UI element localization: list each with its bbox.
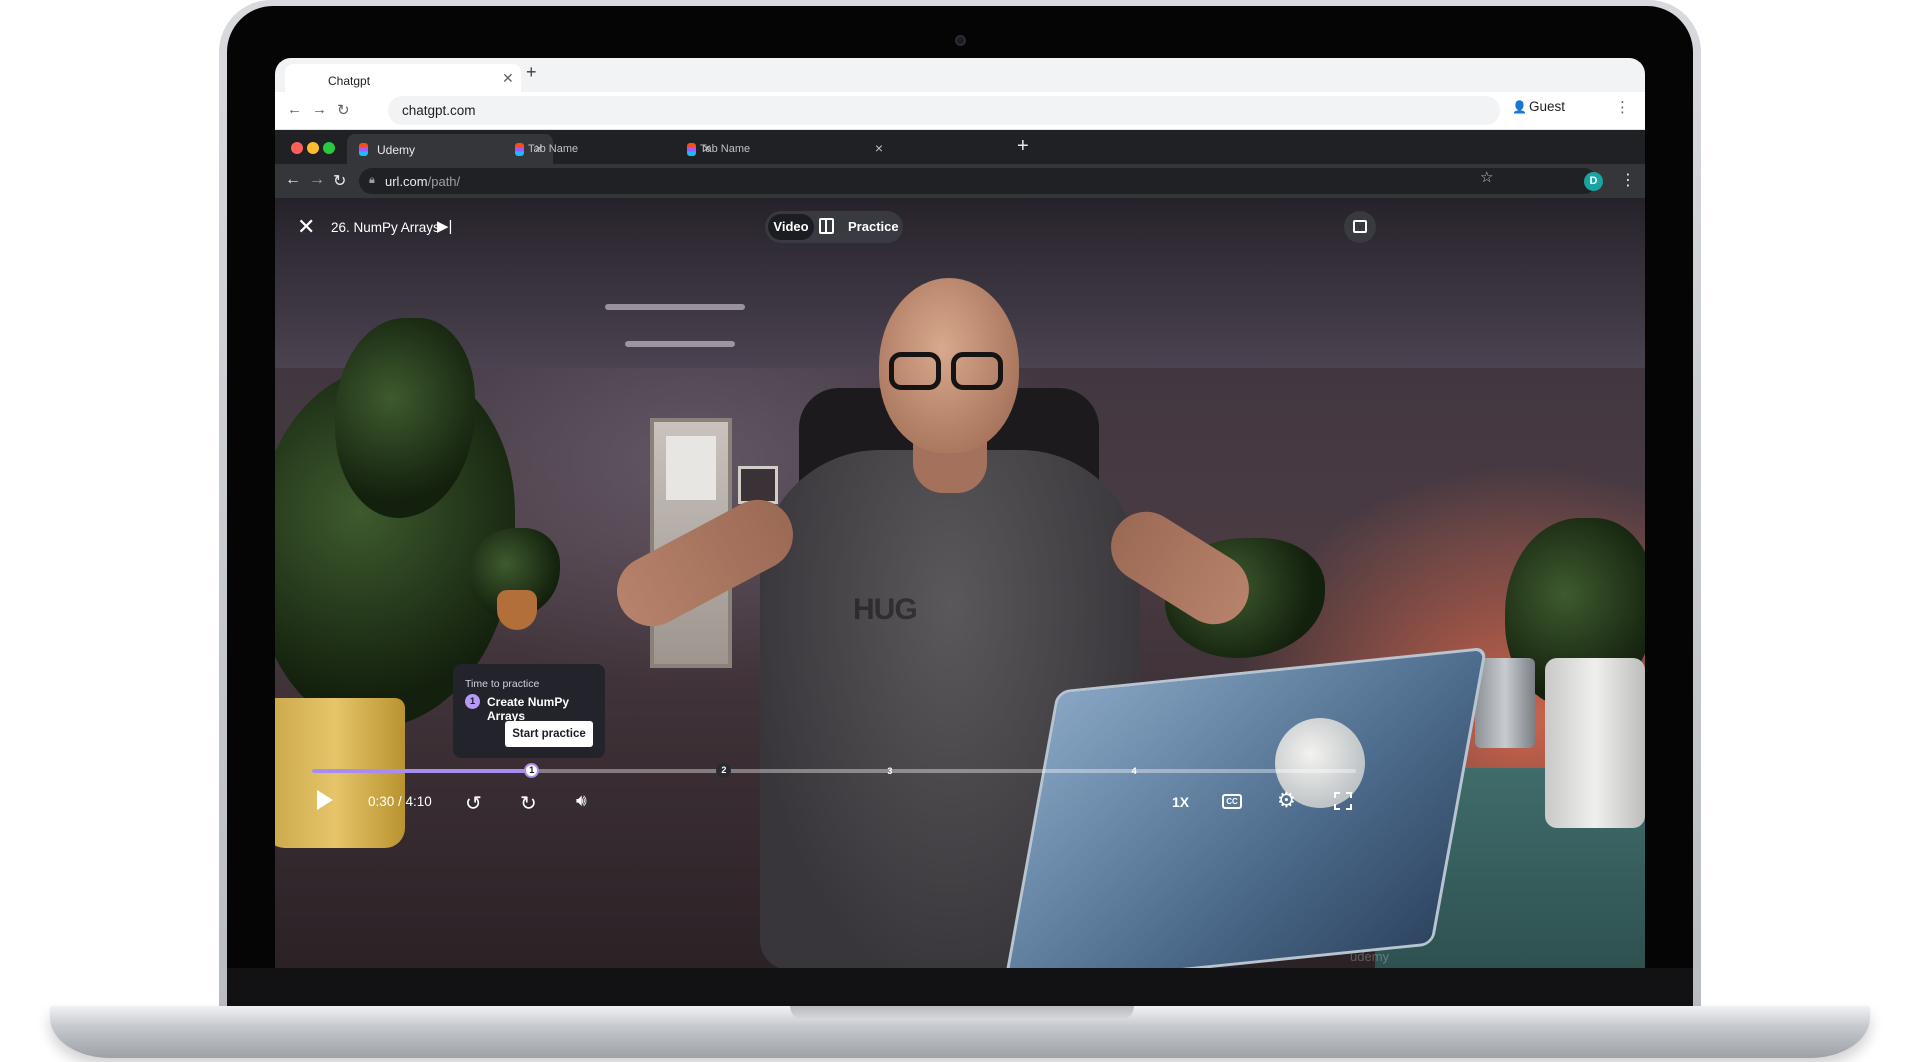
- outer-tab-title: Chatgpt: [328, 74, 371, 88]
- playback-speed-button[interactable]: 1X: [1172, 794, 1189, 810]
- tab-name-2[interactable]: Tab Name ×: [687, 134, 893, 164]
- time-display: 0:30 / 4:10: [368, 794, 432, 809]
- reload-icon[interactable]: ↻: [333, 171, 346, 191]
- door-window: [666, 436, 716, 500]
- close-window-dot[interactable]: [291, 142, 303, 154]
- chapter-marker-1[interactable]: 1: [524, 763, 540, 778]
- close-icon[interactable]: ✕: [297, 216, 315, 238]
- video-scene-laptop: [1002, 646, 1488, 968]
- ceiling-light: [605, 304, 745, 310]
- address-bar[interactable]: 🔒︎ url.com/path/: [359, 168, 1597, 194]
- chapter-marker-2[interactable]: 2: [716, 763, 732, 778]
- reload-icon[interactable]: ↻: [337, 101, 350, 119]
- close-icon[interactable]: ×: [875, 140, 883, 156]
- address-host: url.com: [385, 174, 428, 189]
- mode-video-button[interactable]: Video: [768, 214, 814, 240]
- back-arrow-icon[interactable]: ←: [287, 101, 302, 118]
- new-tab-button[interactable]: +: [526, 62, 537, 83]
- practice-number-badge: 1: [465, 694, 480, 709]
- figma-icon: [359, 143, 368, 156]
- practice-title: Create NumPy Arrays: [487, 695, 570, 723]
- maximize-window-dot[interactable]: [323, 142, 335, 154]
- figma-icon: [515, 143, 524, 156]
- practice-label: Time to practice: [465, 678, 540, 690]
- progress-bar[interactable]: 1 2 3 4: [312, 763, 1356, 778]
- back-arrow-icon[interactable]: ←: [285, 171, 301, 189]
- address-text: chatgpt.com: [402, 103, 476, 118]
- mode-toggle: Video Practice: [765, 211, 903, 243]
- laptop-chin: [227, 968, 1693, 1008]
- screen: Chatgpt ✕ + ← → ↻ chatgpt.com 👤 Guest ⋮ …: [275, 58, 1645, 968]
- video-scene-pot: [1545, 658, 1645, 828]
- address-bar[interactable]: chatgpt.com: [388, 96, 1500, 125]
- tab-title: Tab Name: [528, 143, 579, 155]
- corner: [1346, 804, 1352, 810]
- person-icon: 👤: [1512, 100, 1527, 114]
- progress-fill: [312, 769, 532, 773]
- outer-tab-bar: Chatgpt ✕ +: [275, 58, 1645, 92]
- close-icon[interactable]: ✕: [502, 70, 514, 87]
- corner: [1346, 792, 1352, 798]
- lens: [951, 352, 1003, 390]
- tab-title: Udemy: [377, 143, 416, 157]
- camera: [955, 35, 966, 46]
- notes-icon: [1353, 220, 1367, 233]
- address-path: /path/: [427, 174, 461, 189]
- video-scene-cup: [1475, 658, 1535, 748]
- captions-button[interactable]: CC: [1222, 794, 1242, 809]
- kebab-menu-icon[interactable]: ⋮: [1615, 98, 1630, 116]
- book-icon[interactable]: [819, 218, 834, 234]
- shirt-logo: HUG: [853, 593, 918, 626]
- chapter-marker-4[interactable]: 4: [1127, 764, 1142, 779]
- video-player[interactable]: HUG udemy ✕ 26. NumPy Arrays ▶| Video Pr…: [275, 198, 1645, 968]
- gear-icon[interactable]: ⚙: [1277, 788, 1296, 813]
- profile-label[interactable]: Guest: [1529, 99, 1565, 114]
- address-text: url.com/path/: [385, 174, 460, 189]
- bookmark-star-icon[interactable]: ☆: [1480, 168, 1493, 186]
- inner-tab-bar: Udemy × Tab Name × Tab Name × +: [275, 130, 1645, 164]
- udemy-watermark: udemy: [1350, 949, 1390, 964]
- avatar[interactable]: D: [1584, 172, 1603, 191]
- next-lecture-icon[interactable]: ▶|: [437, 217, 452, 235]
- new-tab-button[interactable]: +: [1017, 136, 1029, 156]
- rewind-10-icon[interactable]: ↺: [465, 791, 482, 816]
- forward-10-icon[interactable]: ↻: [520, 791, 537, 816]
- forward-arrow-icon[interactable]: →: [309, 171, 325, 189]
- fullscreen-icon[interactable]: [1334, 792, 1352, 810]
- notes-button[interactable]: [1344, 211, 1376, 243]
- corner: [1334, 804, 1340, 810]
- outer-tab[interactable]: Chatgpt ✕: [285, 64, 521, 92]
- ceiling-light: [625, 341, 735, 347]
- lens: [889, 352, 941, 390]
- figma-icon: [687, 143, 696, 156]
- video-scene-glasses: [889, 352, 1007, 392]
- practice-popup: Time to practice 1 Create NumPy Arrays S…: [453, 664, 605, 758]
- video-scene-picture: [738, 466, 778, 504]
- lock-icon: 🔒︎: [369, 174, 375, 186]
- lecture-title: 26. NumPy Arrays: [331, 220, 440, 235]
- play-icon[interactable]: [317, 790, 333, 810]
- tab-title: Tab Name: [700, 143, 751, 155]
- kebab-menu-icon[interactable]: ⋮: [1620, 170, 1636, 190]
- inner-toolbar: ← → ↻ 🔒︎ url.com/path/ ☆ D ⋮: [275, 164, 1645, 198]
- video-scene-pot: [275, 698, 405, 848]
- start-practice-button[interactable]: Start practice: [505, 721, 593, 747]
- forward-arrow-icon[interactable]: →: [312, 101, 327, 118]
- video-scene-pot: [497, 590, 537, 630]
- laptop-notch: [790, 1006, 1134, 1020]
- outer-toolbar: ← → ↻ chatgpt.com 👤 Guest ⋮: [275, 92, 1645, 130]
- minimize-window-dot[interactable]: [307, 142, 319, 154]
- mode-practice-button[interactable]: Practice: [848, 219, 899, 234]
- volume-icon[interactable]: 🔊︎: [576, 791, 587, 811]
- corner: [1334, 792, 1340, 798]
